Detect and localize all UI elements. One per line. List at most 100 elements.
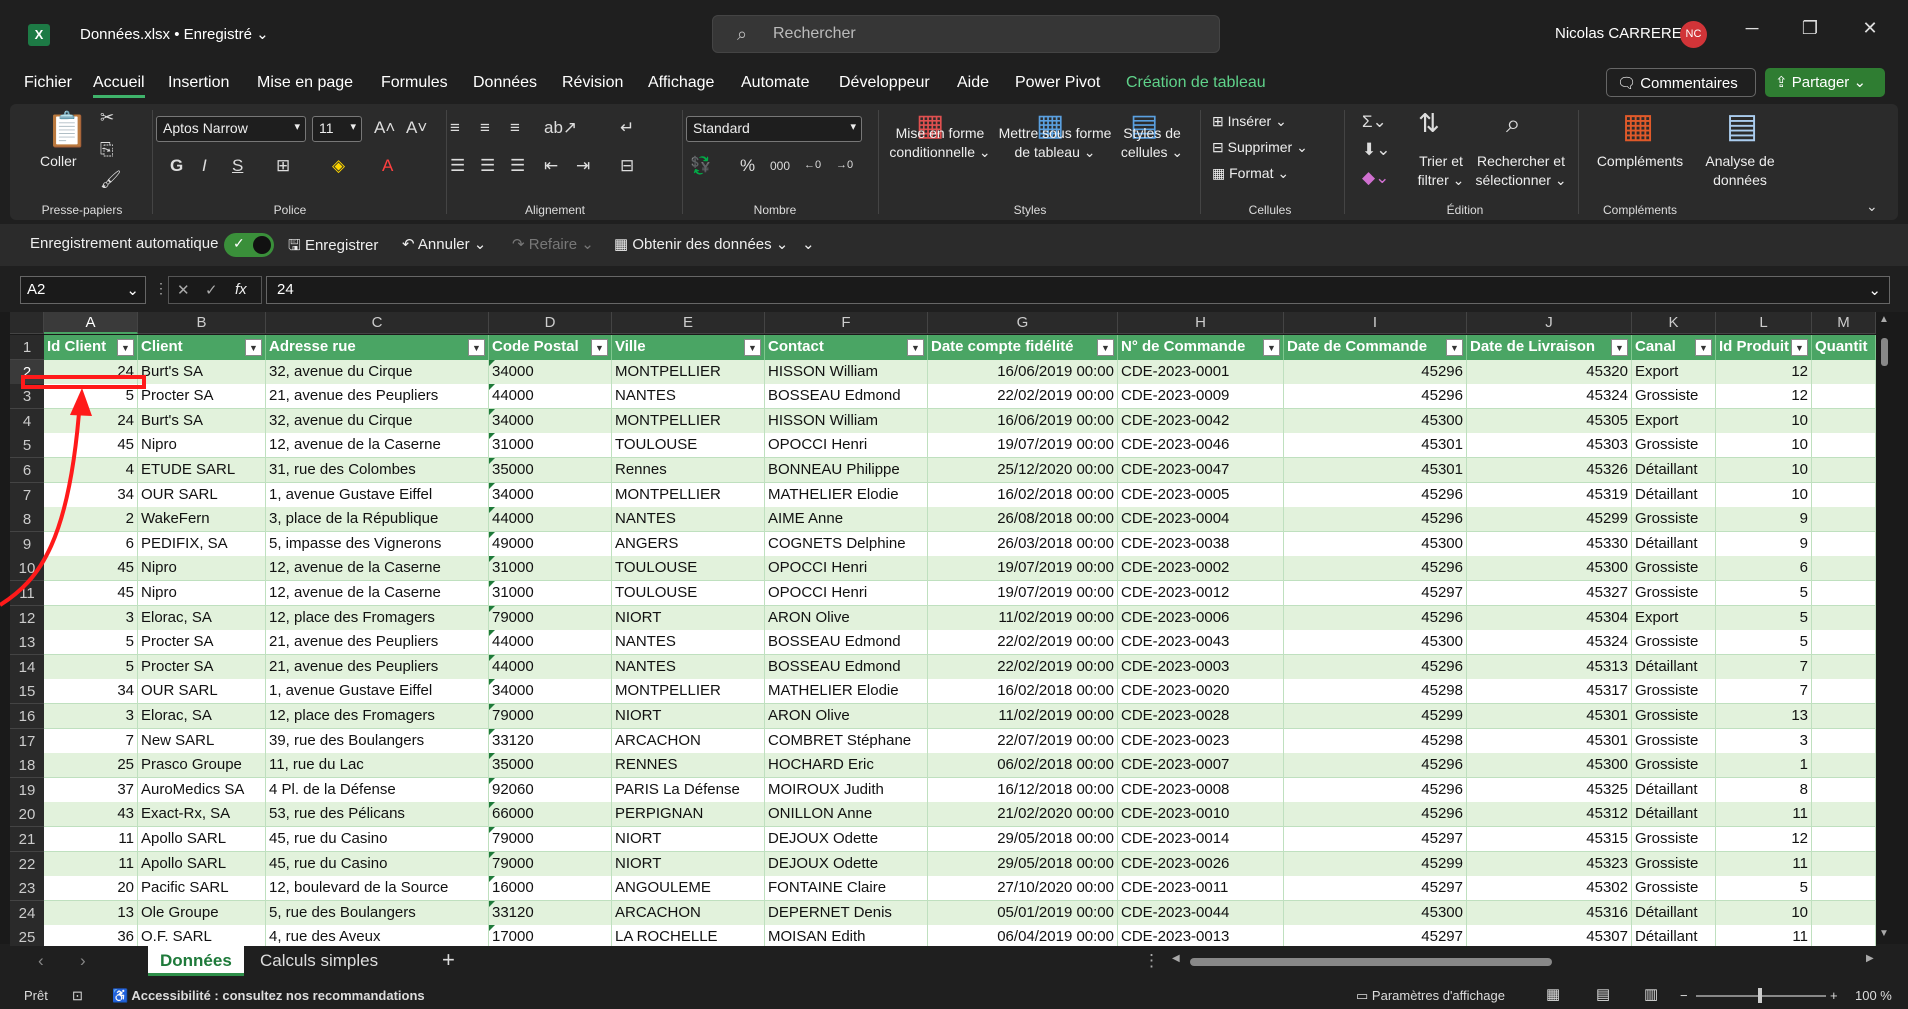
sheet-tab-calculs[interactable]: Calculs simples bbox=[260, 946, 378, 976]
filter-dropdown-icon[interactable]: ▼ bbox=[1263, 339, 1280, 356]
table-cell[interactable]: 35000 bbox=[489, 753, 612, 779]
percent-icon[interactable]: % bbox=[740, 156, 755, 176]
table-cell[interactable]: 29/05/2018 00:00 bbox=[928, 851, 1118, 877]
font-size-select[interactable]: 11 ▾ bbox=[312, 116, 362, 142]
table-cell[interactable]: Grossiste bbox=[1632, 728, 1716, 754]
table-cell[interactable]: 44000 bbox=[489, 654, 612, 680]
table-cell[interactable]: 34000 bbox=[489, 408, 612, 434]
table-cell[interactable]: Procter SA bbox=[138, 384, 266, 410]
table-cell[interactable]: CDE-2023-0001 bbox=[1118, 359, 1284, 385]
page-break-icon[interactable]: ▥ bbox=[1644, 985, 1658, 1003]
paste-button[interactable]: Coller bbox=[40, 152, 77, 171]
filter-dropdown-icon[interactable]: ▼ bbox=[1611, 339, 1628, 356]
table-cell[interactable]: 16/02/2018 00:00 bbox=[928, 482, 1118, 508]
table-cell[interactable]: 19/07/2019 00:00 bbox=[928, 556, 1118, 582]
table-header-cell[interactable]: Quantit bbox=[1812, 335, 1876, 360]
more-icon[interactable]: ⋮ bbox=[154, 280, 168, 297]
bold-icon[interactable]: G bbox=[170, 156, 183, 176]
table-cell[interactable]: Détaillant bbox=[1632, 482, 1716, 508]
table-cell[interactable]: OPOCCI Henri bbox=[765, 433, 928, 459]
table-cell[interactable]: HISSON William bbox=[765, 408, 928, 434]
table-cell[interactable]: 45298 bbox=[1284, 728, 1467, 754]
zoom-out-icon[interactable]: − bbox=[1680, 988, 1688, 1003]
table-cell[interactable]: 10 bbox=[1716, 408, 1812, 434]
table-cell[interactable]: Nipro bbox=[138, 556, 266, 582]
table-cell[interactable]: Nipro bbox=[138, 433, 266, 459]
table-header-cell[interactable]: Id Client ▼ bbox=[44, 335, 138, 360]
table-cell[interactable]: 7 bbox=[1716, 679, 1812, 705]
tab-developpeur[interactable]: Développeur bbox=[839, 74, 930, 92]
table-cell[interactable]: 5 bbox=[1716, 605, 1812, 631]
table-cell[interactable]: 9 bbox=[1716, 507, 1812, 533]
table-cell[interactable]: 5 bbox=[1716, 876, 1812, 902]
table-cell[interactable] bbox=[1812, 704, 1876, 729]
table-cell[interactable]: 45312 bbox=[1467, 802, 1632, 828]
table-cell[interactable]: 45296 bbox=[1284, 654, 1467, 680]
table-cell[interactable]: CDE-2023-0043 bbox=[1118, 630, 1284, 656]
table-cell[interactable]: 45297 bbox=[1284, 581, 1467, 606]
table-cell[interactable]: Burt's SA bbox=[138, 359, 266, 385]
table-cell[interactable]: 34000 bbox=[489, 679, 612, 705]
table-cell[interactable]: CDE-2023-0044 bbox=[1118, 900, 1284, 926]
close-icon[interactable]: ✕ bbox=[1855, 18, 1885, 39]
table-cell[interactable]: Détaillant bbox=[1632, 900, 1716, 926]
table-cell[interactable]: 13 bbox=[44, 900, 138, 926]
table-cell[interactable]: 45313 bbox=[1467, 654, 1632, 680]
table-cell[interactable]: CDE-2023-0042 bbox=[1118, 408, 1284, 434]
table-cell[interactable]: 11/02/2019 00:00 bbox=[928, 704, 1118, 729]
table-cell[interactable]: CDE-2023-0038 bbox=[1118, 531, 1284, 557]
table-cell[interactable]: 13 bbox=[1716, 704, 1812, 729]
table-cell[interactable]: Détaillant bbox=[1632, 531, 1716, 557]
merge-icon[interactable]: ⊟ bbox=[620, 156, 634, 176]
table-cell[interactable]: NANTES bbox=[612, 384, 765, 410]
table-cell[interactable]: Détaillant bbox=[1632, 802, 1716, 828]
table-cell[interactable]: Apollo SARL bbox=[138, 851, 266, 877]
find-icon[interactable]: ⌕ bbox=[1506, 108, 1521, 140]
table-header-cell[interactable]: Adresse rue ▼ bbox=[266, 335, 489, 360]
table-cell[interactable]: 45323 bbox=[1467, 851, 1632, 877]
table-cell[interactable] bbox=[1812, 408, 1876, 434]
table-cell[interactable] bbox=[1812, 654, 1876, 680]
table-cell[interactable]: 45302 bbox=[1467, 876, 1632, 902]
row-header[interactable]: 16 bbox=[10, 704, 44, 729]
table-cell[interactable]: 5 bbox=[44, 630, 138, 656]
table-cell[interactable]: 3 bbox=[44, 704, 138, 729]
table-cell[interactable]: HOCHARD Eric bbox=[765, 753, 928, 779]
table-cell[interactable]: CDE-2023-0006 bbox=[1118, 605, 1284, 631]
table-cell[interactable]: 39, rue des Boulangers bbox=[266, 728, 489, 754]
table-cell[interactable]: 32, avenue du Cirque bbox=[266, 408, 489, 434]
addins-button[interactable]: Compléments bbox=[1580, 152, 1700, 171]
table-cell[interactable]: ARCACHON bbox=[612, 728, 765, 754]
horizontal-scrollbar[interactable]: ◀ ▶ bbox=[1172, 953, 1880, 968]
table-cell[interactable]: 3 bbox=[1716, 728, 1812, 754]
table-cell[interactable]: 1 bbox=[1716, 753, 1812, 779]
table-cell[interactable]: 45296 bbox=[1284, 359, 1467, 385]
table-cell[interactable]: 31, rue des Colombes bbox=[266, 458, 489, 483]
table-cell[interactable]: 45299 bbox=[1284, 704, 1467, 729]
table-header-cell[interactable]: Client ▼ bbox=[138, 335, 266, 360]
table-cell[interactable]: 66000 bbox=[489, 802, 612, 828]
table-cell[interactable]: 79000 bbox=[489, 851, 612, 877]
table-cell[interactable]: 45330 bbox=[1467, 531, 1632, 557]
table-cell[interactable]: 45300 bbox=[1284, 630, 1467, 656]
table-cell[interactable]: 45317 bbox=[1467, 679, 1632, 705]
table-cell[interactable]: Détaillant bbox=[1632, 777, 1716, 803]
table-cell[interactable]: 34000 bbox=[489, 359, 612, 385]
conditional-format-button[interactable]: Mise en forme conditionnelle ⌄ bbox=[880, 124, 1000, 162]
table-header-cell[interactable]: Canal ▼ bbox=[1632, 335, 1716, 360]
table-cell[interactable] bbox=[1812, 531, 1876, 557]
delete-button[interactable]: ⊟ Supprimer ⌄ bbox=[1212, 138, 1308, 157]
table-cell[interactable]: 44000 bbox=[489, 507, 612, 533]
undo-button[interactable]: ↶ Annuler ⌄ bbox=[402, 235, 486, 253]
table-cell[interactable]: 11 bbox=[44, 851, 138, 877]
table-cell[interactable]: 92060 bbox=[489, 777, 612, 803]
table-cell[interactable] bbox=[1812, 482, 1876, 508]
table-cell[interactable]: 45296 bbox=[1284, 482, 1467, 508]
table-cell[interactable]: Rennes bbox=[612, 458, 765, 483]
table-cell[interactable]: PARIS La Défense bbox=[612, 777, 765, 803]
table-cell[interactable]: 16/06/2019 00:00 bbox=[928, 359, 1118, 385]
table-cell[interactable]: Ole Groupe bbox=[138, 900, 266, 926]
table-cell[interactable]: CDE-2023-0011 bbox=[1118, 876, 1284, 902]
table-cell[interactable]: CDE-2023-0046 bbox=[1118, 433, 1284, 459]
scroll-thumb[interactable] bbox=[1881, 338, 1888, 366]
